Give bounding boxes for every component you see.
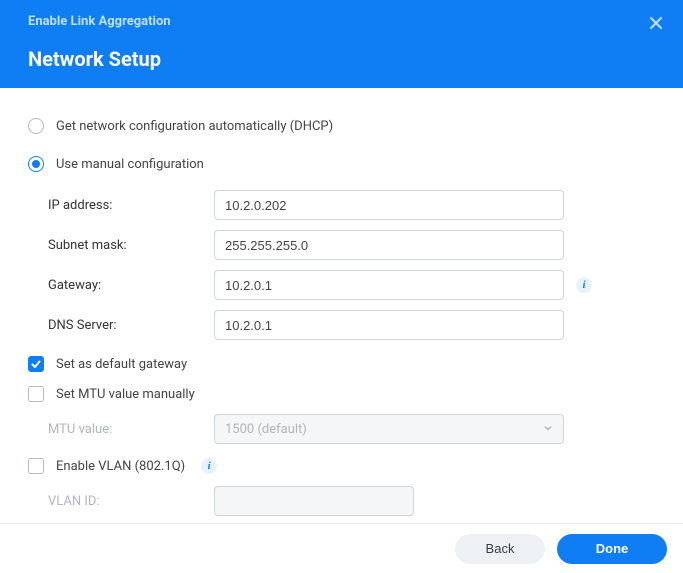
radio-label: Get network configuration automatically …	[56, 119, 333, 134]
subnet-mask-label: Subnet mask:	[48, 238, 210, 253]
close-icon	[649, 16, 663, 30]
wizard-dialog: Enable Link Aggregation Network Setup Ge…	[0, 0, 683, 573]
dns-server-label: DNS Server:	[48, 318, 210, 333]
manual-fields: IP address: Subnet mask: Gateway: i DNS …	[28, 190, 655, 340]
wizard-title: Enable Link Aggregation	[28, 0, 655, 29]
done-button[interactable]: Done	[557, 534, 667, 564]
vlan-info-icon[interactable]: i	[201, 458, 217, 474]
wizard-body: Get network configuration automatically …	[0, 88, 683, 516]
checkbox-label: Enable VLAN (802.1Q)	[56, 459, 185, 474]
subnet-mask-input[interactable]	[214, 230, 564, 260]
config-mode-radio-group: Get network configuration automatically …	[28, 118, 655, 172]
vlan-id-input	[214, 486, 414, 516]
vlan-id-label: VLAN ID:	[48, 494, 210, 509]
ip-address-label: IP address:	[48, 198, 210, 213]
wizard-header: Enable Link Aggregation Network Setup	[0, 0, 683, 88]
back-button[interactable]: Back	[455, 534, 545, 564]
chevron-down-icon	[543, 422, 553, 437]
mtu-value-display: 1500 (default)	[225, 422, 307, 437]
ip-address-input[interactable]	[214, 190, 564, 220]
wizard-footer: Back Done	[0, 523, 683, 573]
checkbox-icon	[28, 356, 44, 372]
mtu-manual-checkbox-row[interactable]: Set MTU value manually	[28, 386, 655, 402]
mtu-fields: MTU value: 1500 (default)	[28, 414, 655, 444]
close-button[interactable]	[645, 12, 667, 34]
gateway-label: Gateway:	[48, 278, 210, 293]
radio-manual[interactable]: Use manual configuration	[28, 156, 655, 172]
default-gateway-checkbox-row[interactable]: Set as default gateway	[28, 356, 655, 372]
vlan-fields: VLAN ID:	[28, 486, 655, 516]
gateway-info-icon[interactable]: i	[576, 277, 592, 293]
gateway-input[interactable]	[214, 270, 564, 300]
dns-server-input[interactable]	[214, 310, 564, 340]
page-title: Network Setup	[28, 47, 655, 71]
radio-label: Use manual configuration	[56, 157, 204, 172]
radio-icon	[28, 118, 44, 134]
checkbox-label: Set as default gateway	[56, 357, 187, 372]
radio-icon	[28, 156, 44, 172]
checkbox-label: Set MTU value manually	[56, 387, 195, 402]
checkbox-icon	[28, 458, 44, 474]
mtu-value-select: 1500 (default)	[214, 414, 564, 444]
mtu-value-label: MTU value:	[48, 422, 210, 437]
checkbox-icon	[28, 386, 44, 402]
radio-dhcp[interactable]: Get network configuration automatically …	[28, 118, 655, 134]
vlan-enable-checkbox-row[interactable]: Enable VLAN (802.1Q) i	[28, 458, 655, 474]
